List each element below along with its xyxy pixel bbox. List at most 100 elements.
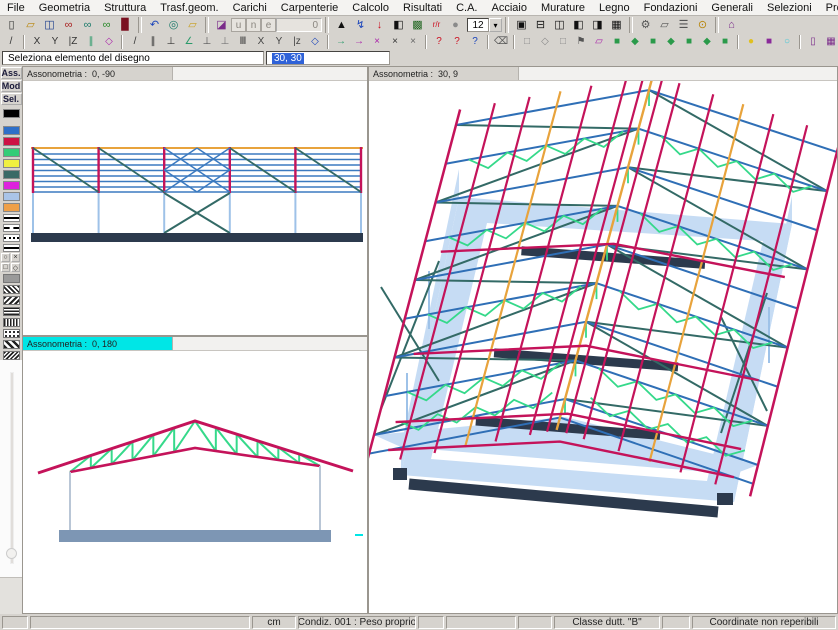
button-n[interactable]: n — [246, 18, 261, 32]
menu-item-calcolo[interactable]: Calcolo — [345, 2, 396, 14]
snap-parallel-icon[interactable]: ∥ — [83, 35, 99, 49]
current-color-swatch[interactable] — [3, 109, 20, 118]
pattern-swatch-1[interactable] — [3, 285, 20, 294]
sidebar-mode-sel[interactable]: Sel. — [1, 93, 22, 105]
gen-triple-icon[interactable]: Ⅲ — [235, 35, 251, 49]
marker-button-2[interactable]: □ — [1, 263, 10, 272]
gen-perp-base-icon[interactable]: ⊥ — [199, 35, 215, 49]
marker-button-0[interactable]: ○ — [1, 253, 10, 262]
export-folder-icon[interactable]: ▱ — [184, 18, 201, 33]
zoom-level-dropdown-icon[interactable]: ▾ — [489, 18, 502, 32]
color-swatch-6[interactable] — [3, 192, 20, 201]
wire-cube-3-icon[interactable]: □ — [555, 35, 571, 49]
delete-free-icon[interactable]: × — [405, 35, 421, 49]
color-swatch-0[interactable] — [3, 126, 20, 135]
zoom-level-select[interactable]: 12▾ — [467, 18, 502, 32]
numbering-grid-icon[interactable]: ▦ — [823, 35, 838, 49]
wire-cube-1-icon[interactable]: □ — [519, 35, 535, 49]
menu-item-carpenterie[interactable]: Carpenterie — [274, 2, 345, 14]
angle-x-icon[interactable]: X — [253, 35, 269, 49]
button-u[interactable]: u — [231, 18, 246, 32]
eraser-icon[interactable]: ⌫ — [493, 35, 509, 49]
viewport-elevation-canvas[interactable] — [23, 81, 367, 336]
settings-gear-icon[interactable]: ⚙ — [637, 18, 654, 33]
delete-node-icon[interactable]: × — [369, 35, 385, 49]
color-swatch-1[interactable] — [3, 137, 20, 146]
pattern-swatch-2[interactable] — [3, 296, 20, 305]
region-icon[interactable]: ◇ — [307, 35, 323, 49]
report-list-icon[interactable]: ☰ — [675, 18, 692, 33]
archive-icon[interactable]: ▉ — [117, 18, 134, 33]
menu-item-trasfgeom[interactable]: Trasf.geom. — [153, 2, 225, 14]
gen-perp-offset-icon[interactable]: ⊥ — [217, 35, 233, 49]
solid-box-2-icon[interactable]: ◆ — [627, 35, 643, 49]
menu-item-murature[interactable]: Murature — [534, 2, 592, 14]
viewport-axonometry-canvas[interactable] — [369, 81, 837, 614]
structure-home-icon[interactable]: ⌂ — [723, 18, 740, 33]
pattern-swatch-5[interactable] — [3, 329, 20, 338]
viewport-layout-1-icon[interactable]: ▣ — [513, 18, 530, 33]
solid-box-7-icon[interactable]: ■ — [717, 35, 733, 49]
wire-cube-2-icon[interactable]: ◇ — [537, 35, 553, 49]
undo-icon[interactable]: ↶ — [146, 18, 163, 33]
viewport-elevation-titlebar[interactable]: Assonometria : 0, -90 — [23, 67, 367, 81]
new-file-icon[interactable]: ▯ — [3, 18, 20, 33]
marker-button-1[interactable]: × — [11, 253, 20, 262]
button-e[interactable]: e — [261, 18, 276, 32]
flag-icon[interactable]: ⚑ — [573, 35, 589, 49]
coordinate-input[interactable]: 30, 30 — [266, 51, 390, 65]
check-view-icon[interactable]: ∞ — [79, 18, 96, 33]
viewport-section-canvas[interactable] — [23, 351, 367, 614]
linestyle-swatch-dashed[interactable] — [3, 224, 20, 232]
menu-item-struttura[interactable]: Struttura — [97, 2, 153, 14]
marker-button-3[interactable]: ◇ — [11, 263, 20, 272]
snap-y-icon[interactable]: Y — [47, 35, 63, 49]
viewport-layout-3-icon[interactable]: ◫ — [551, 18, 568, 33]
gen-parallel-icon[interactable]: ∥ — [145, 35, 161, 49]
open-folder-icon[interactable]: ▱ — [22, 18, 39, 33]
delete-element-icon[interactable]: × — [387, 35, 403, 49]
sphere-yellow-icon[interactable]: ● — [743, 35, 759, 49]
verify-1-icon[interactable]: ? — [431, 35, 447, 49]
solid-box-5-icon[interactable]: ■ — [681, 35, 697, 49]
font-style-icon[interactable]: ◪ — [213, 18, 230, 33]
move-node-icon[interactable]: → — [333, 35, 349, 49]
color-swatch-7[interactable] — [3, 203, 20, 212]
linestyle-swatch-solid[interactable] — [3, 214, 20, 222]
verify-2-icon[interactable]: ? — [449, 35, 465, 49]
texture-icon[interactable]: ▩ — [409, 18, 426, 33]
menu-item-carichi[interactable]: Carichi — [226, 2, 274, 14]
check-model-icon[interactable]: ∞ — [98, 18, 115, 33]
angle-y-icon[interactable]: Y — [271, 35, 287, 49]
clip-plane-icon[interactable]: ▱ — [591, 35, 607, 49]
contrast-icon[interactable]: ◧ — [390, 18, 407, 33]
gen-line-icon[interactable]: / — [127, 35, 143, 49]
gen-perpendicular-icon[interactable]: ⊥ — [163, 35, 179, 49]
solid-box-3-icon[interactable]: ■ — [645, 35, 661, 49]
gen-angle-icon[interactable]: ∠ — [181, 35, 197, 49]
viewport-axonometry-titlebar[interactable]: Assonometria : 30, 9 — [369, 67, 837, 81]
menu-item-fondazioni[interactable]: Fondazioni — [637, 2, 705, 14]
color-swatch-4[interactable] — [3, 170, 20, 179]
menu-item-acciaio[interactable]: Acciaio — [485, 2, 534, 14]
linestyle-swatch-double[interactable] — [3, 244, 20, 252]
pattern-swatch-3[interactable] — [3, 307, 20, 316]
menu-item-risultati[interactable]: Risultati — [396, 2, 449, 14]
snap-free-icon[interactable]: ◇ — [101, 35, 117, 49]
verify-3-icon[interactable]: ? — [467, 35, 483, 49]
color-swatch-5[interactable] — [3, 181, 20, 190]
angle-z-icon[interactable]: |z — [289, 35, 305, 49]
lock-icon[interactable]: ⊙ — [694, 18, 711, 33]
save-icon[interactable]: ◫ — [41, 18, 58, 33]
viewport-layout-4-icon[interactable]: ◧ — [570, 18, 587, 33]
snap-x-icon[interactable]: X — [29, 35, 45, 49]
menu-item-ca[interactable]: C.A. — [449, 2, 484, 14]
viewport-layout-5-icon[interactable]: ◨ — [589, 18, 606, 33]
solid-box-4-icon[interactable]: ◆ — [663, 35, 679, 49]
render-sphere-icon[interactable]: ● — [447, 18, 464, 33]
menu-item-generali[interactable]: Generali — [704, 2, 760, 14]
pattern-swatch-6[interactable] — [3, 340, 20, 349]
numbering-nodes-icon[interactable]: ▯ — [805, 35, 821, 49]
menu-item-file[interactable]: File — [0, 2, 32, 14]
sidebar-mode-mod[interactable]: Mod — [1, 80, 22, 92]
